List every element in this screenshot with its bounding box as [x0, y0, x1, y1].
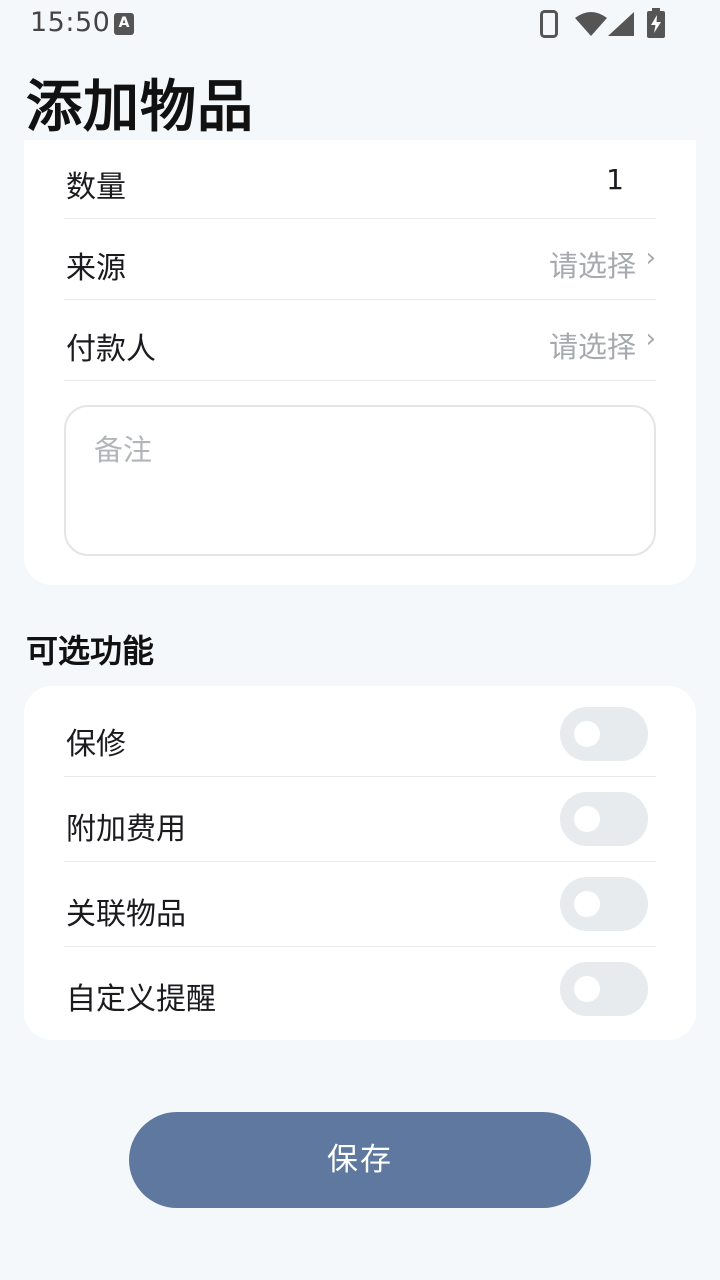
- payer-row[interactable]: 付款人 请选择 ›: [64, 300, 656, 381]
- status-bar: 15:50 A: [0, 0, 720, 48]
- related-items-label: 关联物品: [66, 897, 186, 932]
- warranty-label: 保修: [66, 727, 126, 762]
- warranty-toggle[interactable]: [560, 707, 648, 761]
- source-label: 来源: [66, 251, 126, 286]
- toggle-knob: [574, 976, 600, 1002]
- chevron-right-icon: ›: [645, 324, 656, 354]
- status-time: 15:50: [30, 7, 111, 38]
- save-button[interactable]: 保存: [129, 1112, 591, 1208]
- signal-icon: [608, 12, 634, 36]
- optional-features-card: 保修 附加费用 关联物品 自定义提醒: [24, 686, 696, 1040]
- notes-box[interactable]: [64, 405, 656, 556]
- source-select-placeholder[interactable]: 请选择: [549, 243, 636, 285]
- extra-fees-row: 附加费用: [64, 777, 656, 862]
- toggle-knob: [574, 721, 600, 747]
- wifi-icon: [575, 12, 607, 36]
- related-items-row: 关联物品: [64, 862, 656, 947]
- notification-a-icon: A: [114, 13, 134, 35]
- toggle-knob: [574, 891, 600, 917]
- payer-label: 付款人: [66, 332, 156, 367]
- battery-charging-icon: [647, 8, 665, 38]
- item-details-card: 数量 1 来源 请选择 › 付款人 请选择 ›: [24, 140, 696, 585]
- custom-reminder-row: 自定义提醒: [64, 947, 656, 1032]
- related-items-toggle[interactable]: [560, 877, 648, 931]
- source-row[interactable]: 来源 请选择 ›: [64, 219, 656, 300]
- quantity-value[interactable]: 1: [606, 163, 624, 196]
- payer-select-placeholder[interactable]: 请选择: [549, 324, 636, 366]
- phone-icon: [540, 10, 558, 38]
- page-title: 添加物品: [26, 75, 254, 140]
- extra-fees-toggle[interactable]: [560, 792, 648, 846]
- warranty-row: 保修: [64, 692, 656, 777]
- chevron-right-icon: ›: [645, 243, 656, 273]
- quantity-label: 数量: [66, 170, 126, 205]
- optional-features-title: 可选功能: [26, 632, 155, 670]
- toggle-knob: [574, 806, 600, 832]
- custom-reminder-label: 自定义提醒: [66, 982, 216, 1017]
- notes-input[interactable]: [94, 433, 614, 467]
- custom-reminder-toggle[interactable]: [560, 962, 648, 1016]
- extra-fees-label: 附加费用: [66, 812, 186, 847]
- quantity-row[interactable]: 数量 1: [64, 140, 656, 219]
